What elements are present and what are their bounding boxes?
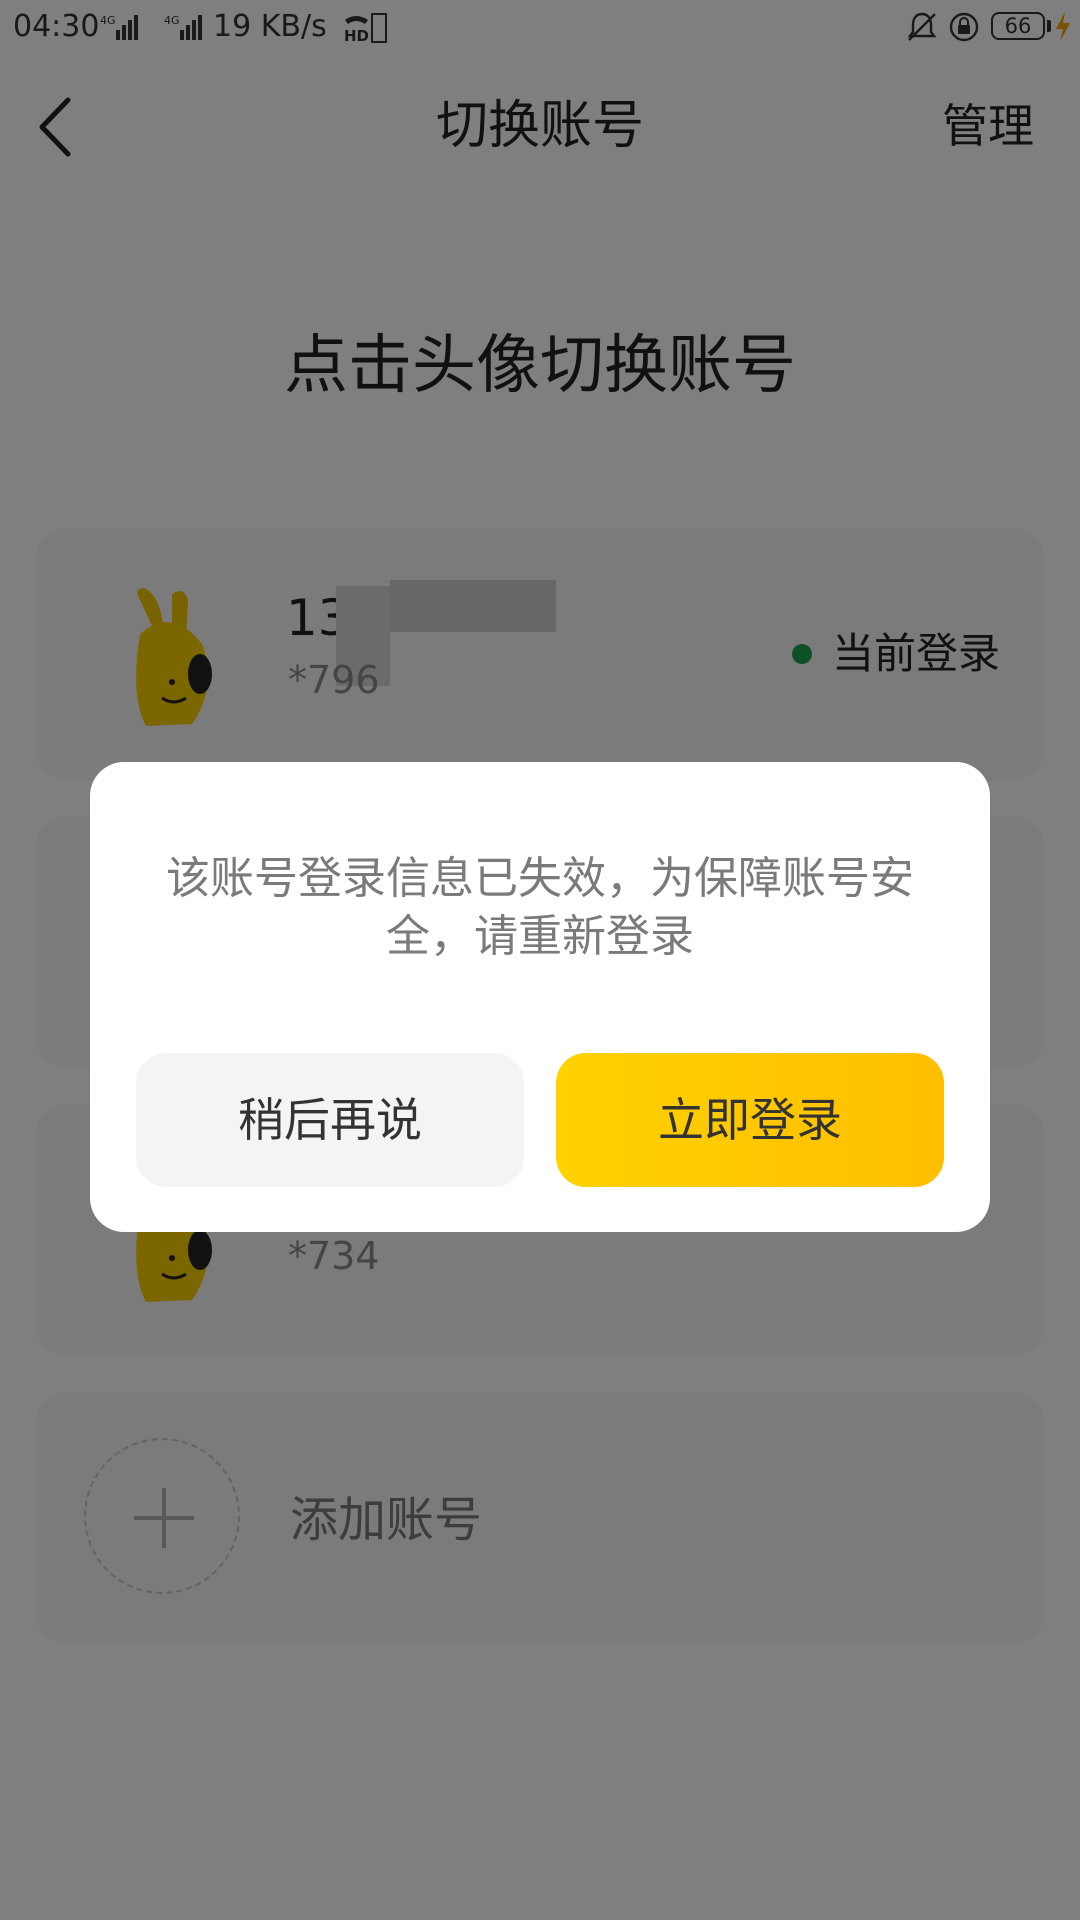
- login-now-button[interactable]: 立即登录: [556, 1053, 944, 1187]
- relogin-dialog: 该账号登录信息已失效，为保障账号安全，请重新登录 稍后再说 立即登录: [90, 762, 990, 1232]
- dialog-message: 该账号登录信息已失效，为保障账号安全，请重新登录: [166, 853, 914, 962]
- later-button[interactable]: 稍后再说: [136, 1053, 524, 1187]
